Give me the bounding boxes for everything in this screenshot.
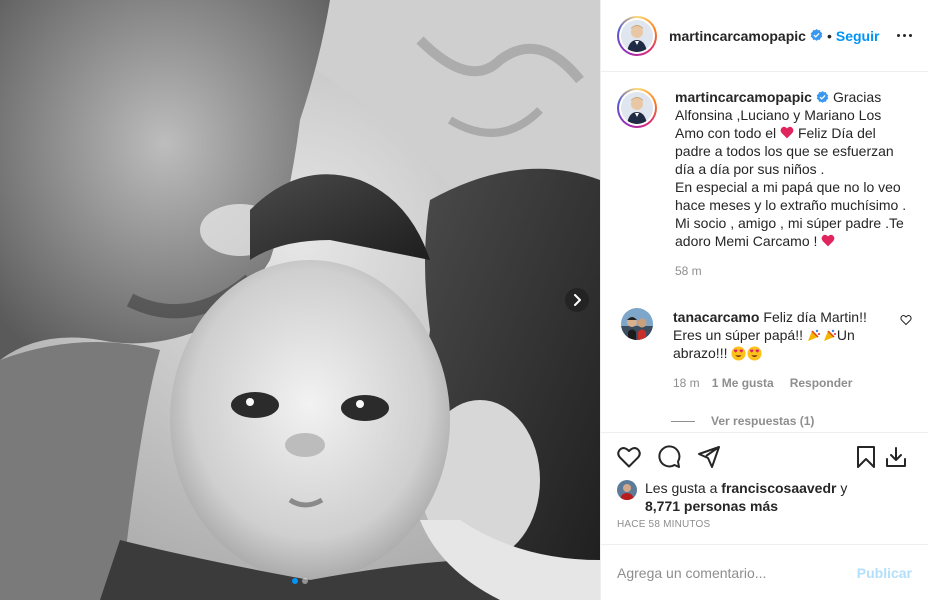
likes-summary: Les gusta a franciscosaavedr y 8,771 per…	[617, 479, 912, 515]
party-popper-icon	[807, 328, 821, 342]
story-ring[interactable]	[617, 15, 657, 56]
red-heart-icon	[821, 234, 835, 247]
header-username[interactable]: martincarcamopapic	[669, 28, 806, 44]
caption-username[interactable]: martincarcamopapic	[675, 89, 812, 105]
actions-section: Les gusta a franciscosaavedr y 8,771 per…	[601, 432, 928, 544]
save-button[interactable]	[856, 437, 884, 477]
caption-text: martincarcamopapic Gracias Alfonsina ,Lu…	[675, 88, 912, 292]
post-side-panel: martincarcamopapic • Seguir martincarcam…	[600, 0, 928, 600]
posted-ago[interactable]: HACE 58 MINUTOS	[617, 519, 912, 530]
heart-eyes-icon	[747, 346, 762, 361]
comment-input[interactable]	[617, 564, 857, 581]
comment-button[interactable]	[657, 437, 697, 477]
likes-text: Les gusta a franciscosaavedr y 8,771 per…	[645, 479, 847, 515]
red-heart-icon	[780, 126, 794, 139]
post-photo[interactable]	[0, 0, 600, 600]
reply-button[interactable]: Responder	[790, 374, 853, 392]
view-replies-button[interactable]: Ver respuestas (1)	[671, 414, 912, 428]
avatar	[621, 19, 653, 52]
comment-like-icon[interactable]	[900, 314, 912, 326]
photo-image	[0, 0, 600, 600]
comments-section: martincarcamopapic Gracias Alfonsina ,Lu…	[601, 72, 928, 432]
liker-username[interactable]: franciscosaavedr	[721, 480, 836, 496]
caption-time[interactable]: 58 m	[675, 262, 912, 280]
heart-eyes-icon	[731, 346, 746, 361]
bookmark-icon	[857, 446, 875, 468]
likes-prefix: Les gusta a	[645, 480, 718, 496]
caption-story-ring[interactable]	[617, 88, 657, 128]
comment-icon	[658, 445, 681, 468]
carousel-dot-1	[292, 578, 298, 584]
view-replies-label: Ver respuestas (1)	[711, 414, 815, 428]
post-header: martincarcamopapic • Seguir	[601, 0, 928, 72]
comment: tanacarcamo Feliz día Martin!! Eres un sú…	[617, 308, 912, 392]
comment-time[interactable]: 18 m	[673, 374, 700, 392]
more-options-icon[interactable]	[889, 26, 912, 45]
replies-divider	[671, 420, 695, 422]
likes-count[interactable]: 8,771 personas más	[645, 498, 778, 514]
verified-badge-icon	[810, 29, 823, 41]
verified-badge-icon	[816, 91, 829, 103]
comment-username[interactable]: tanacarcamo	[673, 309, 759, 325]
follow-button[interactable]: Seguir	[836, 28, 880, 44]
chevron-right-icon	[574, 294, 581, 306]
comment-avatar[interactable]	[621, 308, 653, 340]
comment-text: tanacarcamo Feliz día Martin!! Eres un sú…	[673, 308, 892, 392]
caption-text-part3: En especial a mi papá que no lo veo hace…	[675, 179, 907, 249]
carousel-dot-2	[302, 578, 308, 584]
instagram-post: martincarcamopapic • Seguir martincarcam…	[0, 0, 928, 600]
download-button[interactable]	[884, 437, 912, 477]
share-button[interactable]	[697, 437, 737, 477]
carousel-indicator	[0, 578, 600, 584]
publish-button[interactable]: Publicar	[857, 565, 912, 581]
carousel-next-button[interactable]	[565, 288, 589, 312]
action-bar	[617, 437, 912, 477]
likes-joiner: y	[840, 480, 848, 496]
like-button[interactable]	[617, 437, 657, 477]
party-popper-icon	[823, 328, 837, 342]
header-separator: •	[826, 27, 832, 44]
caption: martincarcamopapic Gracias Alfonsina ,Lu…	[617, 88, 912, 292]
heart-outline-icon	[617, 447, 641, 468]
comment-meta: 18 m 1 Me gusta Responder	[673, 374, 892, 392]
comment-likes[interactable]: 1 Me gusta	[712, 374, 774, 392]
liker-avatar[interactable]	[617, 480, 637, 500]
caption-avatar	[621, 92, 653, 124]
download-icon	[886, 447, 906, 467]
share-icon	[698, 446, 720, 468]
add-comment-bar: Publicar	[601, 544, 928, 600]
